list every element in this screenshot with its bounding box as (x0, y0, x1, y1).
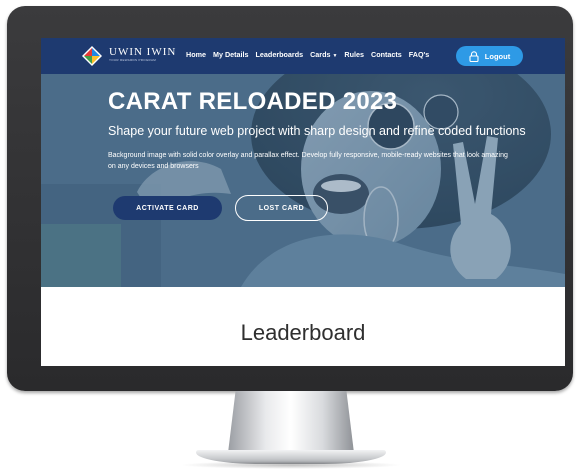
monitor-bezel: UWIN IWIN YOUR REWARDS PROGRAM Home My D… (7, 6, 573, 391)
top-navbar: UWIN IWIN YOUR REWARDS PROGRAM Home My D… (41, 38, 565, 74)
nav-links: Home My Details Leaderboards Cards ▼ Rule… (186, 50, 436, 59)
nav-my-details[interactable]: My Details (213, 50, 249, 59)
lock-icon (469, 50, 479, 62)
nav-cards-label: Cards (310, 50, 331, 59)
hero-description: Background image with solid color overla… (108, 152, 508, 170)
logout-button[interactable]: Logout (456, 46, 523, 66)
stand-shadow (180, 461, 402, 469)
nav-leaderboards[interactable]: Leaderboards (256, 50, 304, 59)
brand-tagline: YOUR REWARDS PROGRAM (109, 58, 157, 62)
caret-down-icon: ▼ (332, 53, 338, 59)
nav-faqs[interactable]: FAQ's (409, 50, 429, 59)
hero-banner: CARAT RELOADED 2023 Shape your future we… (41, 74, 565, 287)
nav-rules[interactable]: Rules (344, 50, 364, 59)
hero-title: CARAT RELOADED 2023 (108, 88, 398, 115)
lost-card-button[interactable]: LOST CARD (235, 195, 328, 221)
nav-cards[interactable]: Cards ▼ (310, 50, 337, 59)
brand-name: UWIN IWIN (109, 46, 177, 58)
monitor-screen: UWIN IWIN YOUR REWARDS PROGRAM Home My D… (41, 38, 565, 366)
logout-label: Logout (484, 51, 511, 61)
activate-card-button[interactable]: ACTIVATE CARD (113, 196, 222, 220)
brand-logo[interactable] (81, 45, 103, 67)
section-title-leaderboard: Leaderboard (240, 320, 366, 345)
nav-home[interactable]: Home (186, 50, 206, 59)
monitor-stand-neck (228, 391, 354, 453)
brand[interactable]: UWIN IWIN YOUR REWARDS PROGRAM (109, 46, 176, 63)
nav-contacts[interactable]: Contacts (371, 50, 402, 59)
hero-subtitle: Shape your future web project with sharp… (108, 124, 526, 138)
